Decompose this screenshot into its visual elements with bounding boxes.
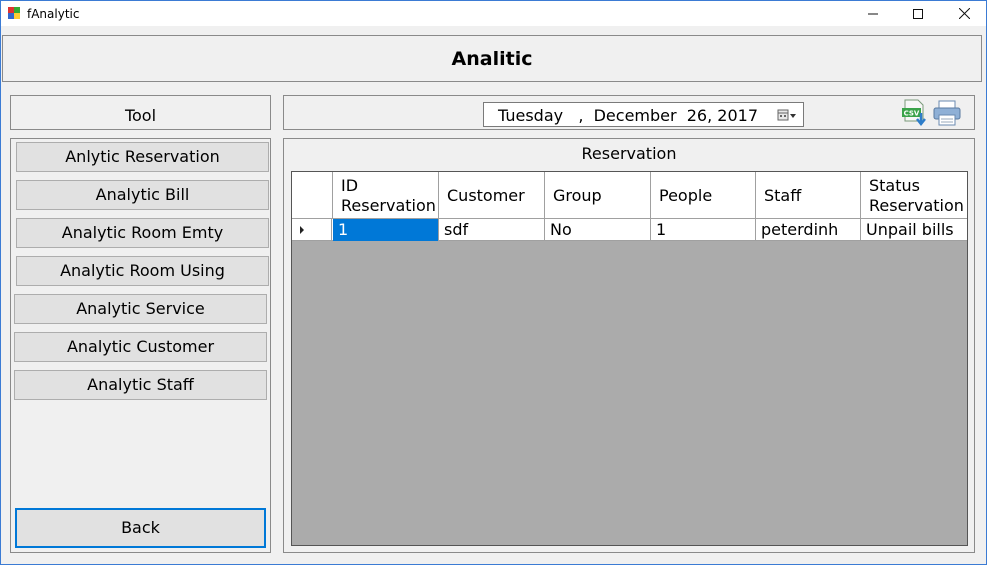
app-window: fAnalytic Analitic Tool Anlytic Reservat…	[0, 0, 987, 565]
cell-customer[interactable]: sdf	[439, 219, 545, 241]
analytic-room-empty-button[interactable]: Analytic Room Emty	[16, 218, 269, 248]
back-button[interactable]: Back	[15, 508, 266, 548]
row-header-corner[interactable]	[292, 172, 333, 219]
column-header-group[interactable]: Group	[545, 172, 651, 219]
reservation-title: Reservation	[581, 144, 677, 163]
row-selector[interactable]	[292, 219, 332, 241]
column-header-people[interactable]: People	[651, 172, 756, 219]
grid-header: ID Reservation Customer Group People Sta…	[292, 172, 967, 219]
analytic-customer-button[interactable]: Analytic Customer	[14, 332, 267, 362]
analytic-room-using-button[interactable]: Analytic Room Using	[16, 256, 269, 286]
printer-icon[interactable]	[932, 99, 962, 127]
column-header-staff[interactable]: Staff	[756, 172, 861, 219]
table-row[interactable]: 1 sdf No 1 peterdinh Unpail bills	[292, 219, 967, 241]
current-row-arrow-icon	[300, 226, 304, 234]
close-icon	[958, 8, 970, 19]
tool-panel: Anlytic Reservation Analytic Bill Analyt…	[10, 138, 271, 553]
close-button[interactable]	[941, 1, 987, 26]
analytic-staff-button[interactable]: Analytic Staff	[14, 370, 267, 400]
maximize-icon	[913, 8, 923, 19]
maximize-button[interactable]	[895, 1, 941, 26]
cell-group[interactable]: No	[545, 219, 651, 241]
header-panel: Analitic	[2, 35, 982, 82]
window-title: fAnalytic	[27, 7, 80, 21]
calendar-dropdown-icon[interactable]	[777, 108, 797, 122]
app-icon	[8, 7, 21, 19]
title-bar[interactable]: fAnalytic	[1, 1, 986, 26]
column-header-status[interactable]: Status Reservation	[861, 172, 967, 219]
reservation-panel: Reservation ID Reservation Customer Grou…	[283, 138, 975, 553]
page-title: Analitic	[451, 48, 533, 70]
analytic-bill-button[interactable]: Analytic Bill	[16, 180, 269, 210]
date-bar: Tuesday , December 26, 2017 CSV	[283, 95, 975, 130]
cell-id[interactable]: 1	[333, 219, 439, 241]
date-value: Tuesday , December 26, 2017	[498, 106, 758, 125]
cell-people[interactable]: 1	[651, 219, 756, 241]
column-header-customer[interactable]: Customer	[439, 172, 545, 219]
reservation-grid[interactable]: ID Reservation Customer Group People Sta…	[291, 171, 968, 546]
tool-header: Tool	[10, 95, 271, 130]
minimize-button[interactable]	[850, 1, 896, 26]
analytic-reservation-button[interactable]: Anlytic Reservation	[16, 142, 269, 172]
minimize-icon	[868, 13, 878, 14]
cell-status[interactable]: Unpail bills	[861, 219, 967, 241]
cell-staff[interactable]: peterdinh	[756, 219, 861, 241]
svg-text:CSV: CSV	[904, 110, 920, 118]
column-header-id[interactable]: ID Reservation	[333, 172, 439, 219]
analytic-service-button[interactable]: Analytic Service	[14, 294, 267, 324]
csv-export-icon[interactable]: CSV	[901, 99, 929, 127]
date-picker[interactable]: Tuesday , December 26, 2017	[483, 102, 804, 127]
tool-label: Tool	[124, 106, 157, 125]
